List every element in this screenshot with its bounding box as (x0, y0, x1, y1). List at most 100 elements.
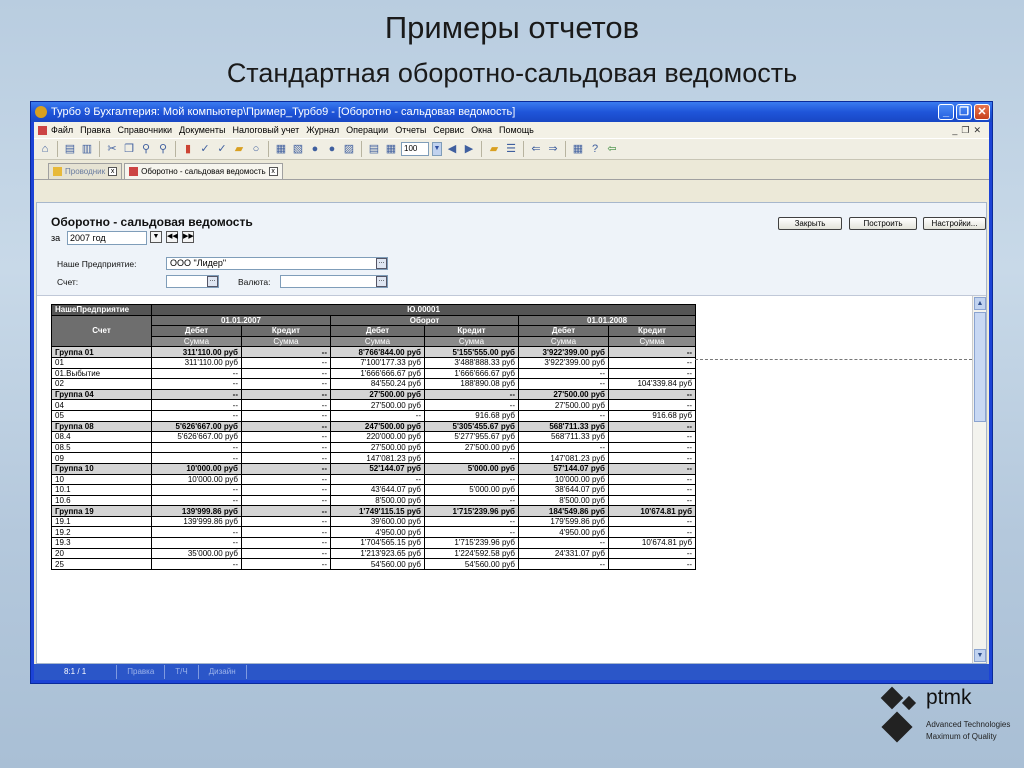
table-row[interactable]: Группа 08 5'626'667.00 руб -- 247'500.00 ру… (51, 420, 697, 433)
menu-item[interactable]: Окна (471, 125, 492, 135)
table-row[interactable]: 04 -- -- 27'500.00 руб -- 27'500.00 руб -- (51, 399, 697, 411)
scroll-up-icon[interactable]: ▲ (974, 297, 986, 310)
help-icon[interactable]: ? (588, 142, 602, 156)
mdi-close-icon[interactable]: ✕ (973, 125, 981, 135)
calendar-icon[interactable]: ▦ (384, 142, 398, 156)
report-grid: НашеПредприятие Ю.00001 Счет 01.01.2007 … (37, 295, 986, 663)
table-row[interactable]: 25 -- -- 54'560.00 руб 54'560.00 руб -- -- (51, 558, 697, 570)
mdi-restore-icon[interactable]: ❐ (961, 125, 969, 135)
table-row[interactable]: 01.Выбытие -- -- 1'666'666.67 руб 1'666'666.… (51, 367, 697, 380)
close-window-button[interactable]: ✕ (974, 104, 990, 120)
table-row[interactable]: 08.5 -- -- 27'500.00 руб 27'500.00 руб -- -- (51, 441, 697, 454)
table-row[interactable]: 02 -- -- 84'550.24 руб 188'890.08 руб -- 104'3… (51, 378, 697, 390)
calculator-icon[interactable]: ▦ (571, 142, 585, 156)
tab-explorer[interactable]: Проводник x (48, 163, 123, 179)
scroll-down-icon[interactable]: ▼ (974, 649, 986, 662)
close-tab-icon[interactable]: x (268, 167, 278, 176)
print-preview-icon[interactable]: ▦ (274, 142, 288, 156)
table-row[interactable]: 01 311'110.00 руб -- 7'100'177.33 руб 3'488'… (51, 356, 697, 369)
folder-icon[interactable]: ▰ (232, 142, 246, 156)
table-row[interactable]: 05 -- -- -- 916.68 руб -- 916.68 руб (51, 409, 697, 422)
enterprise-field[interactable]: ООО "Лидер" (166, 257, 388, 270)
value-cell: -- (424, 473, 519, 486)
clear-icon[interactable]: ○ (249, 142, 263, 156)
scroll-thumb[interactable] (974, 312, 986, 422)
tab-tch[interactable]: Т/Ч (165, 665, 199, 679)
copy-icon[interactable]: ❐ (122, 142, 136, 156)
menu-item[interactable]: Операции (346, 125, 388, 135)
search-icon[interactable]: ⚲ (139, 142, 153, 156)
menu-item[interactable]: Отчеты (395, 125, 426, 135)
value-cell: -- (241, 515, 331, 528)
menu-item[interactable]: Документы (179, 125, 225, 135)
table-row[interactable]: 19.3 -- -- 1'704'565.15 руб 1'715'239.96 руб… (51, 537, 697, 549)
menu-item[interactable]: Файл (51, 125, 73, 135)
page-icon[interactable]: ▤ (367, 142, 381, 156)
table-row[interactable]: 09 -- -- 147'081.23 руб -- 147'081.23 руб -- (51, 452, 697, 464)
restore-button[interactable]: ❐ (956, 104, 972, 120)
new-doc-icon[interactable]: ▤ (63, 142, 77, 156)
currency-field[interactable] (280, 275, 388, 288)
header-entity: Ю.00001 (150, 304, 697, 316)
select-currency-button[interactable]: ... (376, 276, 387, 287)
open-icon[interactable]: ▥ (80, 142, 94, 156)
find-next-icon[interactable]: ⚲ (156, 142, 170, 156)
table-row[interactable]: 08.4 5'626'667.00 руб -- 220'000.00 руб 5'27… (51, 431, 697, 443)
table-row[interactable]: Группа 04 -- -- 27'500.00 руб -- 27'500.00 ру… (51, 388, 697, 401)
value-cell: 1'666'666.67 руб (330, 367, 425, 380)
period-field[interactable]: 2007 год (67, 231, 147, 245)
tab-report[interactable]: Оборотно - сальдовая ведомость x (124, 163, 283, 179)
minimize-button[interactable]: _ (938, 104, 954, 120)
table-row[interactable]: 19.2 -- -- 4'950.00 руб -- 4'950.00 руб -- (51, 526, 697, 539)
forward-icon[interactable]: ▶ (462, 142, 476, 156)
table-row[interactable]: 10 10'000.00 руб -- -- -- 10'000.00 руб -- (51, 473, 697, 486)
window-titlebar[interactable]: Турбо 9 Бухгалтерия: Мой компьютер\Приме… (31, 102, 992, 122)
back-icon[interactable]: ◀ (445, 142, 459, 156)
exit-icon[interactable]: ⇦ (605, 142, 619, 156)
close-button[interactable]: Закрыть (778, 217, 842, 230)
menu-item[interactable]: Справочники (118, 125, 173, 135)
zoom-input[interactable]: 100 (401, 142, 429, 156)
next-period-button[interactable]: ▶▶ (182, 231, 194, 243)
select-enterprise-button[interactable]: ... (376, 258, 387, 269)
chevron-down-icon[interactable]: ▼ (150, 231, 162, 243)
menu-item[interactable]: Сервис (433, 125, 464, 135)
export-icon[interactable]: ▨ (342, 142, 356, 156)
value-cell: 27'500.00 руб (518, 399, 609, 411)
print-icon[interactable]: ▧ (291, 142, 305, 156)
arrow-left-icon[interactable]: ⇐ (529, 142, 543, 156)
table-row[interactable]: 10.6 -- -- 8'500.00 руб -- 8'500.00 руб -- (51, 494, 697, 507)
ok-icon[interactable]: ● (308, 142, 322, 156)
table-row[interactable]: 10.1 -- -- 43'644.07 руб 5'000.00 руб 38'644.… (51, 484, 697, 496)
chart-icon[interactable]: ▮ (181, 142, 195, 156)
vertical-scrollbar[interactable]: ▲ ▼ (972, 296, 986, 663)
table-row[interactable]: Группа 10 10'000.00 руб -- 52'144.07 руб 5'0… (51, 462, 697, 475)
check-icon[interactable]: ✓ (198, 142, 212, 156)
cancel-icon[interactable]: ● (325, 142, 339, 156)
settings-button[interactable]: Настройки... (923, 217, 986, 230)
header-sum: Сумма (424, 335, 519, 348)
table-row[interactable]: Группа 01 311'110.00 руб -- 8'766'844.00 ру… (51, 346, 697, 358)
check-all-icon[interactable]: ✓ (215, 142, 229, 156)
mdi-minimize-icon[interactable]: _ (952, 125, 957, 135)
home-icon[interactable]: ⌂ (38, 142, 52, 156)
menu-item[interactable]: Правка (80, 125, 110, 135)
close-tab-icon[interactable]: x (108, 167, 118, 176)
value-cell: 3'922'399.00 руб (518, 346, 609, 358)
select-account-button[interactable]: ... (207, 276, 218, 287)
list-icon[interactable]: ☰ (504, 142, 518, 156)
build-button[interactable]: Построить (849, 217, 917, 230)
tab-design[interactable]: Дизайн (199, 665, 247, 679)
table-row[interactable]: 20 35'000.00 руб -- 1'213'923.65 руб 1'224'5… (51, 547, 697, 560)
menu-item[interactable]: Журнал (306, 125, 339, 135)
table-row[interactable]: Группа 19 139'999.86 руб -- 1'749'115.15 ру… (51, 505, 697, 517)
cut-icon[interactable]: ✂ (105, 142, 119, 156)
note-icon[interactable]: ▰ (487, 142, 501, 156)
menu-item[interactable]: Налоговый учет (232, 125, 299, 135)
arrow-right-icon[interactable]: ⇒ (546, 142, 560, 156)
prev-period-button[interactable]: ◀◀ (166, 231, 178, 243)
tab-edit[interactable]: Правка (117, 665, 166, 679)
table-row[interactable]: 19.1 139'999.86 руб -- 39'600.00 руб -- 179'5… (51, 515, 697, 528)
chevron-down-icon[interactable]: ▼ (432, 142, 442, 156)
menu-item[interactable]: Помощь (499, 125, 534, 135)
